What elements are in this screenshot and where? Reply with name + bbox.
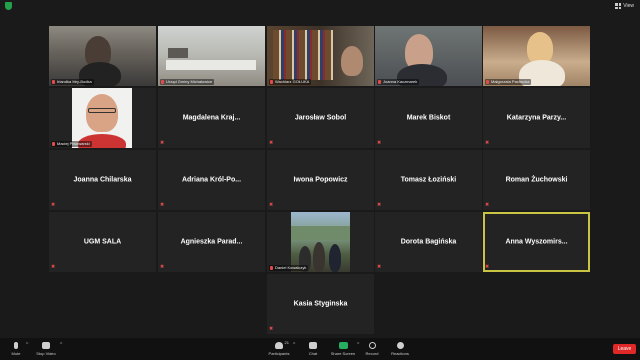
participant-tile[interactable]: Tomasz Łoziński ✖ — [375, 150, 482, 210]
person-3 — [329, 244, 341, 272]
participant-name-label: Małgorzata Pachucka — [485, 79, 532, 85]
room-screen — [168, 48, 188, 58]
participant-tile[interactable]: Jarosław Sobol ✖ — [267, 88, 374, 148]
face — [86, 94, 118, 132]
room-tables — [166, 60, 256, 70]
gallery-grid: Irlandka Ittry-Bodka Urząd Gminy Michało… — [0, 0, 640, 360]
participants-label: Participants — [268, 351, 290, 356]
hills — [291, 226, 350, 240]
participant-tile[interactable]: Iwona Popowicz ✖ — [267, 150, 374, 210]
video-tile[interactable]: Daniel Kowalczyk — [267, 212, 374, 272]
participant-tile[interactable]: Agnieszka Parad... ✖ — [158, 212, 265, 272]
stop-video-button[interactable]: Stop Video — [34, 339, 58, 359]
meeting-toolbar: Mute ^ Stop Video ^ 21 Participants ^ Ch… — [0, 338, 640, 360]
video-tile[interactable]: Wachlarz GOŁUKA — [267, 26, 374, 86]
video-tile[interactable]: Maciej Piwowarski — [49, 88, 156, 148]
active-speaker-tile[interactable]: Anna Wyszomirs... ✖ — [483, 212, 590, 272]
participant-tile[interactable]: Marek Biskot ✖ — [375, 88, 482, 148]
participant-tile[interactable]: Adriana Król-Po... ✖ — [158, 150, 265, 210]
participant-name-label: Irlandka Ittry-Bodka — [51, 79, 94, 85]
participant-name: Tomasz Łoziński — [400, 176, 457, 184]
video-tile[interactable]: Joanna Kaczmarek — [375, 26, 482, 86]
participant-name: Jarosław Sobol — [294, 114, 347, 122]
audio-options-chevron-icon[interactable]: ^ — [26, 342, 28, 348]
share-options-chevron-icon[interactable]: ^ — [357, 342, 359, 348]
participant-name-label: Urząd Gminy Michałowice — [160, 79, 215, 85]
participant-name-label: Wachlarz GOŁUKA — [269, 79, 312, 85]
participants-icon: 21 — [275, 340, 289, 349]
participants-count: 21 — [284, 340, 289, 345]
zoom-meeting-window: View Irlandka Ittry-Bodka Urząd Gminy Mi… — [0, 0, 640, 360]
reactions-label: Reactions — [391, 351, 409, 356]
participants-button[interactable]: 21 Participants — [266, 339, 292, 359]
mic-muted-icon: ✖ — [269, 140, 274, 146]
participant-name-label: Daniel Kowalczyk — [269, 265, 309, 271]
mic-muted-icon: ✖ — [160, 140, 165, 146]
share-screen-icon — [338, 342, 348, 349]
video-camera-icon — [42, 342, 50, 349]
participant-name: Joanna Chilarska — [73, 176, 132, 184]
participant-photo — [291, 212, 350, 272]
participant-tile[interactable]: Kasia Styginska ✖ — [267, 274, 374, 334]
smiley-icon — [396, 342, 404, 349]
participant-name: Dorota Bagińska — [400, 238, 457, 246]
participant-photo — [72, 88, 132, 148]
participant-name: Anna Wyszomirs... — [505, 238, 568, 246]
mute-label: Mute — [11, 351, 21, 356]
participant-name-label: Joanna Kaczmarek — [377, 79, 420, 85]
share-screen-button[interactable]: Share Screen — [329, 339, 357, 359]
participant-name: Magdalena Kraj... — [182, 114, 241, 122]
record-button[interactable]: Record — [363, 339, 381, 359]
mute-button[interactable]: Mute — [8, 339, 24, 359]
mic-muted-icon: ✖ — [51, 202, 56, 208]
participant-name: Katarzyna Parzy... — [506, 114, 567, 122]
mic-muted-icon: ✖ — [160, 264, 165, 270]
glasses — [88, 108, 116, 113]
mic-muted-icon: ✖ — [485, 264, 490, 270]
participant-name: Adriana Król-Po... — [181, 176, 242, 184]
participant-tile[interactable]: Katarzyna Parzy... ✖ — [483, 88, 590, 148]
share-screen-label: Share Screen — [330, 351, 356, 356]
video-options-chevron-icon[interactable]: ^ — [60, 342, 62, 348]
participant-tile[interactable]: UGM SALA ✖ — [49, 212, 156, 272]
participant-video — [341, 46, 363, 76]
reactions-button[interactable]: Reactions — [389, 339, 411, 359]
participant-name: Iwona Popowicz — [293, 176, 348, 184]
record-icon — [368, 342, 376, 349]
leave-button[interactable]: Leave — [613, 344, 636, 354]
participant-tile[interactable]: Magdalena Kraj... ✖ — [158, 88, 265, 148]
participant-name: Kasia Styginska — [293, 300, 348, 308]
mic-muted-icon: ✖ — [160, 202, 165, 208]
mic-muted-icon: ✖ — [269, 326, 274, 332]
chat-button[interactable]: Chat — [304, 339, 322, 359]
bookshelf — [273, 30, 333, 80]
mic-muted-icon: ✖ — [377, 202, 382, 208]
microphone-icon — [14, 342, 18, 349]
person-2 — [313, 242, 325, 272]
participant-name: Agnieszka Parad... — [180, 238, 243, 246]
mic-muted-icon: ✖ — [485, 202, 490, 208]
video-tile[interactable]: Małgorzata Pachucka — [483, 26, 590, 86]
video-tile[interactable]: Irlandka Ittry-Bodka — [49, 26, 156, 86]
video-tile[interactable]: Urząd Gminy Michałowice — [158, 26, 265, 86]
participant-tile[interactable]: Joanna Chilarska ✖ — [49, 150, 156, 210]
participant-name: Marek Biskot — [406, 114, 451, 122]
stop-video-label: Stop Video — [36, 351, 56, 356]
participant-name-label: Maciej Piwowarski — [51, 141, 92, 147]
record-label: Record — [365, 351, 379, 356]
participants-chevron-icon[interactable]: ^ — [293, 342, 295, 348]
mic-muted-icon: ✖ — [485, 140, 490, 146]
mic-muted-icon: ✖ — [377, 140, 382, 146]
chat-label: Chat — [308, 351, 318, 356]
mic-muted-icon: ✖ — [269, 202, 274, 208]
mic-muted-icon: ✖ — [51, 264, 56, 270]
participant-tile[interactable]: Dorota Bagińska ✖ — [375, 212, 482, 272]
chat-bubble-icon — [309, 342, 317, 349]
participant-name: UGM SALA — [83, 238, 122, 246]
mic-muted-icon: ✖ — [377, 264, 382, 270]
participant-tile[interactable]: Roman Żuchowski ✖ — [483, 150, 590, 210]
participant-name: Roman Żuchowski — [505, 176, 568, 184]
